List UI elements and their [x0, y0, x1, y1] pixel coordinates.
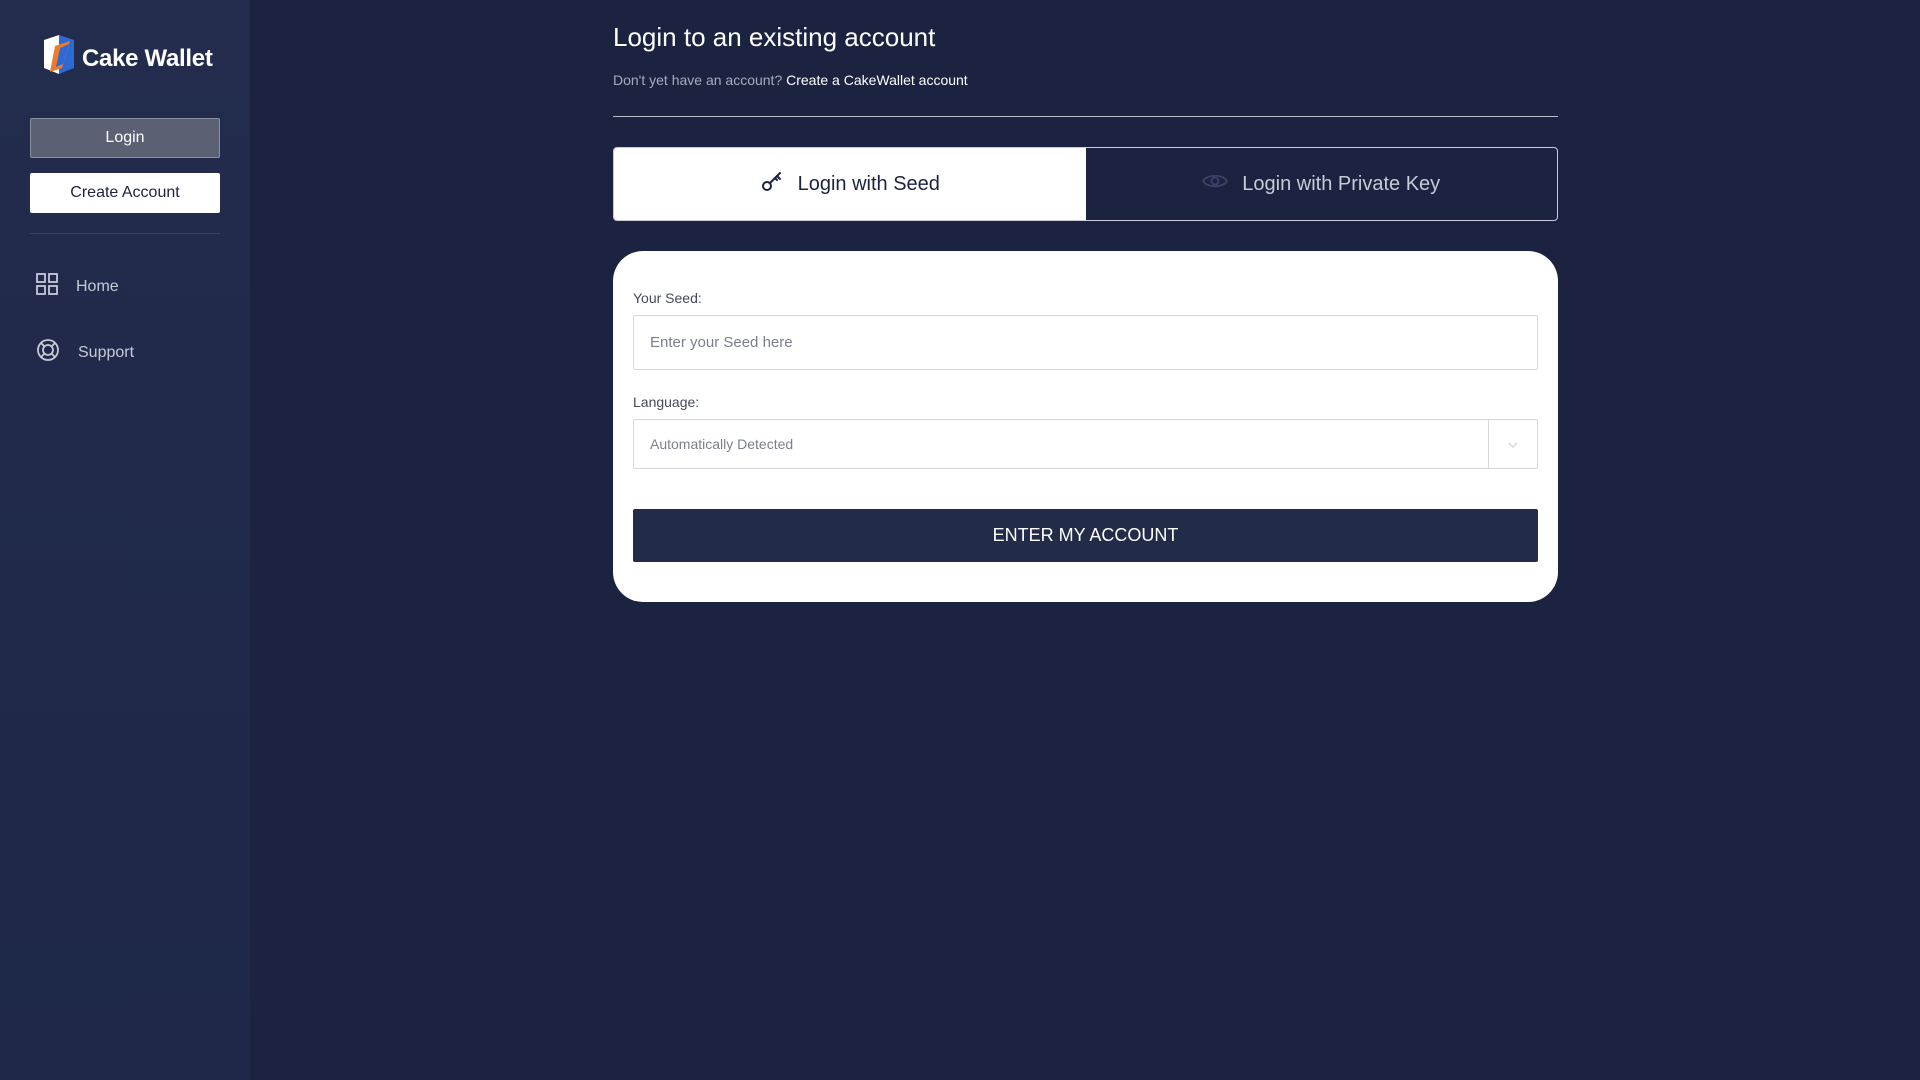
seed-label: Your Seed: [633, 290, 702, 306]
login-form-card: Your Seed: Language: Automatically Detec… [613, 251, 1558, 602]
seed-input[interactable] [633, 315, 1538, 370]
page-subtitle: Don't yet have an account? Create a Cake… [613, 72, 968, 88]
brand-logo[interactable]: Cake Wallet [42, 34, 213, 83]
cake-wallet-logo-icon [42, 34, 76, 83]
brand-name: Cake Wallet [82, 44, 213, 72]
language-selected-value: Automatically Detected [650, 436, 794, 452]
language-select[interactable]: Automatically Detected [633, 419, 1538, 469]
login-button[interactable]: Login [30, 118, 220, 158]
sidebar-item-support[interactable]: Support [36, 338, 134, 367]
header-divider [613, 116, 1558, 117]
tab-label: Login with Private Key [1242, 172, 1441, 195]
create-account-link[interactable]: Create a CakeWallet account [786, 72, 968, 88]
tab-label: Login with Seed [797, 172, 940, 195]
tab-login-with-seed[interactable]: Login with Seed [614, 148, 1086, 220]
sidebar-item-home[interactable]: Home [36, 273, 119, 300]
sidebar-item-label: Support [78, 343, 135, 361]
sidebar-divider [30, 233, 220, 234]
chevron-down-icon [1508, 435, 1518, 453]
eye-icon [1202, 171, 1229, 197]
create-account-button[interactable]: Create Account [30, 173, 220, 213]
enter-account-button[interactable]: ENTER MY ACCOUNT [633, 509, 1538, 562]
key-icon [760, 169, 784, 199]
dropdown-toggle[interactable] [1488, 420, 1537, 468]
lifebuoy-icon [36, 338, 60, 367]
language-label: Language: [633, 394, 700, 410]
subtitle-text: Don't yet have an account? [613, 72, 783, 88]
tab-login-with-private-key[interactable]: Login with Private Key [1086, 148, 1558, 220]
page-title: Login to an existing account [613, 22, 936, 52]
login-method-tabs: Login with Seed Login with Private Key [613, 147, 1558, 221]
sidebar-item-label: Home [76, 277, 119, 295]
sidebar: Cake Wallet Login Create Account Home Su… [0, 0, 250, 1080]
grid-icon [36, 273, 58, 300]
